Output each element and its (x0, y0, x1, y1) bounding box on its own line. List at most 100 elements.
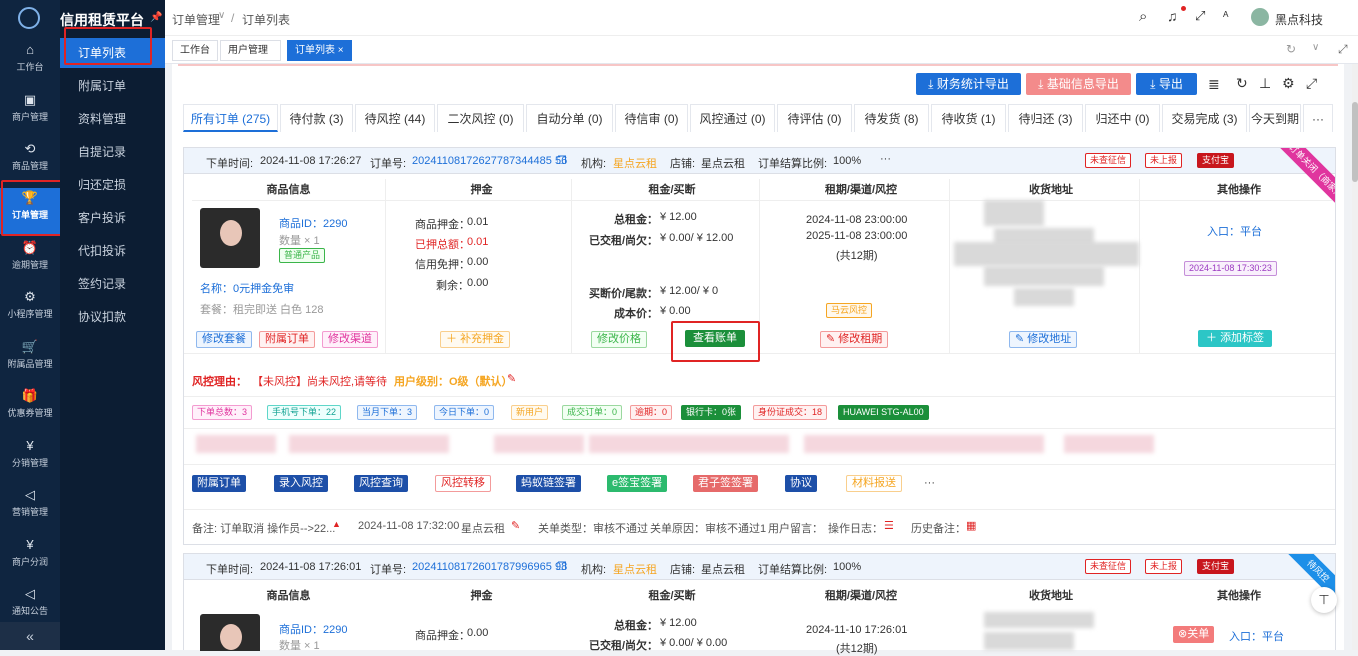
search-icon[interactable]: ⌕ (1139, 8, 1147, 25)
rail-item-miniapp[interactable]: ⚙ 小程序管理 (0, 287, 60, 333)
tab-to-receive[interactable]: 待收货 (1) (931, 104, 1006, 132)
close-icon[interactable]: × (338, 45, 344, 56)
op-risk-query-button[interactable]: 风控查询 (354, 475, 408, 492)
product-id[interactable]: 商品ID：2290 (279, 621, 347, 637)
user-name[interactable]: 黑点科技 (1275, 11, 1323, 28)
list-icon[interactable]: ≣ (1208, 76, 1220, 93)
tab-second-risk[interactable]: 二次风控 (0) (437, 104, 524, 132)
rail-item-goods[interactable]: ⟲ 商品管理 (0, 139, 60, 185)
product-image[interactable] (200, 208, 260, 268)
export-button[interactable]: ⤓ 导出 (1136, 73, 1197, 95)
product-name[interactable]: 名称：0元押金免审 (200, 280, 294, 296)
tab-due-today[interactable]: 今天到期 (1249, 104, 1301, 132)
add-deposit-button[interactable]: ＋ 补充押金 (440, 331, 511, 348)
scrollbar-track[interactable] (1352, 64, 1358, 650)
entry-channel[interactable]: 入口：平台 (1229, 628, 1284, 644)
bell-icon[interactable]: ♫ (1167, 8, 1178, 24)
pin-icon[interactable]: 📌 (150, 12, 162, 23)
add-tag-button[interactable]: ＋ 添加标签 (1198, 330, 1273, 347)
tab-all[interactable]: 所有订单 (275) (183, 104, 278, 132)
submenu-pickup[interactable]: 自提记录 (60, 137, 165, 167)
column-height-icon[interactable]: ⊥ (1259, 75, 1271, 92)
tab-to-ship[interactable]: 待发货 (8) (854, 104, 929, 132)
chevron-down-icon[interactable]: ∨ (1312, 42, 1319, 53)
edit-period-button[interactable]: ✎ 修改租期 (820, 331, 889, 348)
refresh-icon[interactable]: ↻ (1236, 75, 1248, 92)
tab-credit-review[interactable]: 待信审 (0) (615, 104, 688, 132)
collapse-icon[interactable]: « (0, 622, 60, 650)
submenu-docs[interactable]: 资料管理 (60, 104, 165, 134)
edit-icon: ✎ (1015, 333, 1028, 345)
more-icon[interactable]: ··· (880, 153, 891, 165)
op-sub-order-button[interactable]: 附属订单 (192, 475, 246, 492)
caret-up-icon[interactable]: ▲ (332, 519, 341, 529)
submenu-agreement[interactable]: 协议扣款 (60, 302, 165, 332)
copy-icon[interactable]: ❐ (557, 154, 567, 167)
submenu-sign-records[interactable]: 签约记录 (60, 269, 165, 299)
tab-returning[interactable]: 归还中 (0) (1085, 104, 1160, 132)
rail-item-accessory[interactable]: 🛒 附属品管理 (0, 337, 60, 383)
sub-order-button[interactable]: 附属订单 (259, 331, 315, 348)
submenu-complaint[interactable]: 客户投诉 (60, 203, 165, 233)
tab-to-return[interactable]: 待归还 (3) (1008, 104, 1083, 132)
calendar-icon[interactable]: ▦ (966, 519, 976, 532)
tab-pending-risk[interactable]: 待风控 (44) (355, 104, 435, 132)
product-id[interactable]: 商品ID：2290 (279, 215, 347, 231)
tab-unpaid[interactable]: 待付款 (3) (280, 104, 353, 132)
rail-item-coupon[interactable]: 🎁 优惠券管理 (0, 386, 60, 432)
edit-icon[interactable]: ✎ (507, 372, 516, 385)
rail-item-merchant[interactable]: ▣ 商户管理 (0, 90, 60, 136)
op-input-risk-button[interactable]: 录入风控 (274, 475, 328, 492)
op-antchain-sign-button[interactable]: 蚂蚁链签署 (516, 475, 581, 492)
tag-workbench[interactable]: 工作台 (172, 40, 218, 61)
entry-channel[interactable]: 入口：平台 (1207, 223, 1262, 239)
op-agreement-button[interactable]: 协议 (785, 475, 817, 492)
op-esign-button[interactable]: e签宝签署 (607, 475, 668, 492)
edit-package-button[interactable]: 修改套餐 (196, 331, 252, 348)
submenu-sub-orders[interactable]: 附属订单 (60, 71, 165, 101)
deposit-label: 商品押金： (415, 219, 470, 231)
rail-item-workbench[interactable]: ⌂ 工作台 (0, 40, 60, 86)
list-icon[interactable]: ☰ (884, 519, 894, 532)
rail-item-profit[interactable]: ¥ 商户分润 (0, 535, 60, 581)
tab-risk-passed[interactable]: 风控通过 (0) (690, 104, 775, 132)
finance-export-button[interactable]: ⤓ 财务统计导出 (916, 73, 1021, 95)
close-order-button[interactable]: ⊗关单 (1173, 626, 1215, 643)
avatar[interactable] (1251, 8, 1269, 26)
settings-icon[interactable]: ⚙ (1282, 75, 1295, 92)
tab-pending-eval[interactable]: 待评估 (0) (777, 104, 852, 132)
product-image[interactable] (200, 614, 260, 651)
scrollbar-thumb[interactable] (1352, 102, 1358, 182)
order-no[interactable]: 20241108172601787996965 98 (412, 561, 567, 573)
edit-address-button[interactable]: ✎ 修改地址 (1009, 331, 1078, 348)
op-material-button[interactable]: 材料报送 (846, 475, 902, 492)
language-icon[interactable]: ᴬ (1223, 9, 1228, 23)
edit-icon[interactable]: ✎ (511, 519, 520, 532)
order-no[interactable]: 20241108172627787344485 56 (412, 155, 567, 167)
tag-order-list[interactable]: 订单列表 × (287, 40, 352, 61)
more-icon[interactable]: ··· (924, 477, 935, 489)
rail-item-overdue[interactable]: ⏰ 逾期管理 (0, 238, 60, 284)
tabs-more-icon[interactable]: ··· (1303, 104, 1333, 132)
basic-export-button[interactable]: ⤓ 基础信息导出 (1026, 73, 1131, 95)
ratio-value: 100% (833, 561, 862, 573)
edit-channel-button[interactable]: 修改渠道 (322, 331, 378, 348)
fullscreen-icon[interactable]: ⤢ (1306, 75, 1317, 92)
expand-icon[interactable]: ⤢ (1338, 42, 1348, 57)
user-level: 用户级别：O级（默认） (394, 376, 513, 388)
submenu-debit-complaint[interactable]: 代扣投诉 (60, 236, 165, 266)
op-junzi-sign-button[interactable]: 君子签签署 (693, 475, 758, 492)
tag-user-manage[interactable]: 用户管理 (220, 40, 281, 61)
edit-price-button[interactable]: 修改价格 (591, 331, 647, 348)
refresh-icon[interactable]: ↻ (1286, 42, 1296, 56)
copy-icon[interactable]: ❐ (557, 560, 567, 573)
submenu-return[interactable]: 归还定损 (60, 170, 165, 200)
op-risk-transfer-button[interactable]: 风控转移 (435, 475, 491, 492)
breadcrumb-parent[interactable]: 订单管理 (172, 11, 220, 28)
tab-completed[interactable]: 交易完成 (3) (1162, 104, 1247, 132)
tab-auto-assign[interactable]: 自动分单 (0) (526, 104, 613, 132)
rail-item-marketing[interactable]: ◁ 营销管理 (0, 485, 60, 531)
fullscreen-icon[interactable]: ⤢ (1195, 8, 1205, 24)
rail-item-distribution[interactable]: ¥ 分销管理 (0, 436, 60, 482)
back-to-top-icon[interactable]: ⊤ (1311, 587, 1337, 613)
